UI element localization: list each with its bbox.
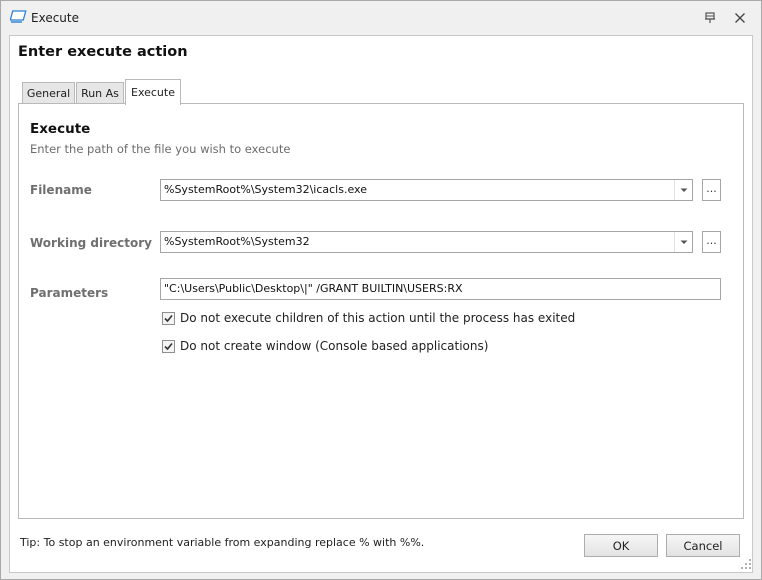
option-no-window[interactable]: Do not create window (Console based appl… — [162, 338, 488, 354]
wait-children-label: Do not execute children of this action u… — [180, 311, 576, 325]
tip-text: Tip: To stop an environment variable fro… — [20, 536, 425, 549]
execute-window: Execute Enter execute action General Run… — [0, 0, 762, 580]
working-directory-browse-button[interactable]: ... — [702, 231, 721, 253]
filename-combo[interactable]: %SystemRoot%\System32\icacls.exe — [160, 179, 693, 201]
tab-execute[interactable]: Execute — [125, 79, 181, 105]
close-icon[interactable] — [731, 9, 749, 27]
dialog-title: Enter execute action — [18, 44, 188, 60]
title-bar: Execute — [1, 1, 761, 35]
filename-label: Filename — [30, 183, 92, 197]
working-directory-dropdown[interactable] — [674, 232, 692, 252]
no-window-label: Do not create window (Console based appl… — [180, 339, 489, 353]
window-title: Execute — [31, 11, 79, 25]
ellipsis-icon: ... — [706, 234, 717, 247]
parameters-input[interactable]: "C:\Users\Public\Desktop\|" /GRANT BUILT… — [160, 278, 721, 300]
checkmark-icon — [164, 314, 173, 322]
dialog-body: Enter execute action General Run As Exec… — [9, 35, 753, 573]
ok-button[interactable]: OK — [584, 534, 658, 557]
working-directory-combo[interactable]: %SystemRoot%\System32 — [160, 231, 693, 253]
resize-grip-icon[interactable] — [739, 557, 753, 571]
parameters-label: Parameters — [30, 286, 109, 300]
section-title: Execute — [30, 121, 91, 137]
ellipsis-icon: ... — [706, 182, 717, 195]
no-window-checkbox[interactable] — [162, 339, 175, 353]
option-wait-children[interactable]: Do not execute children of this action u… — [162, 310, 575, 326]
wait-children-checkbox[interactable] — [162, 311, 175, 325]
filename-dropdown[interactable] — [674, 180, 692, 200]
execute-tab-panel: Execute Enter the path of the file you w… — [18, 103, 744, 519]
chevron-down-icon — [680, 240, 688, 244]
filename-browse-button[interactable]: ... — [702, 179, 721, 201]
working-directory-label: Working directory — [30, 236, 152, 250]
pin-icon[interactable] — [701, 9, 719, 27]
checkmark-icon — [164, 342, 173, 350]
working-directory-value: %SystemRoot%\System32 — [164, 235, 310, 248]
tab-general[interactable]: General — [22, 82, 75, 104]
filename-value: %SystemRoot%\System32\icacls.exe — [164, 183, 367, 196]
cancel-button[interactable]: Cancel — [666, 534, 740, 557]
section-subtitle: Enter the path of the file you wish to e… — [30, 142, 291, 156]
tab-run-as[interactable]: Run As — [76, 82, 124, 104]
chevron-down-icon — [680, 188, 688, 192]
execute-app-icon — [10, 10, 27, 23]
parameters-value: "C:\Users\Public\Desktop\|" /GRANT BUILT… — [164, 282, 463, 295]
